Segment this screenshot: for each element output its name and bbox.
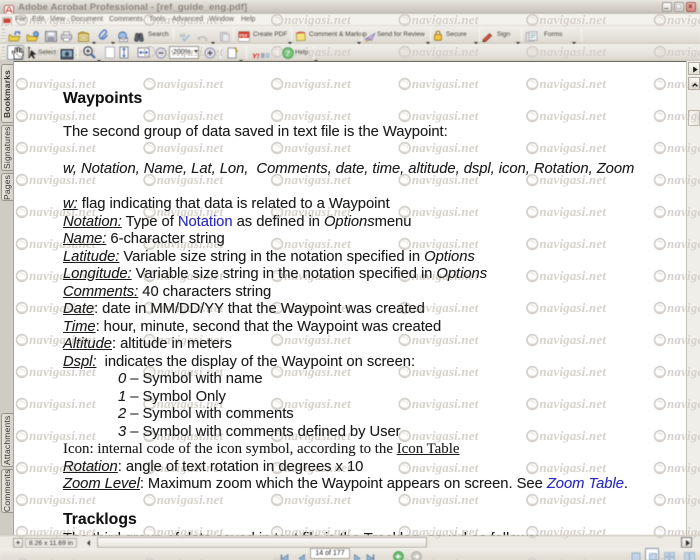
- svg-text:?: ?: [286, 48, 290, 58]
- svg-text:Y!: Y!: [252, 52, 260, 61]
- svg-text:PDF: PDF: [240, 32, 249, 37]
